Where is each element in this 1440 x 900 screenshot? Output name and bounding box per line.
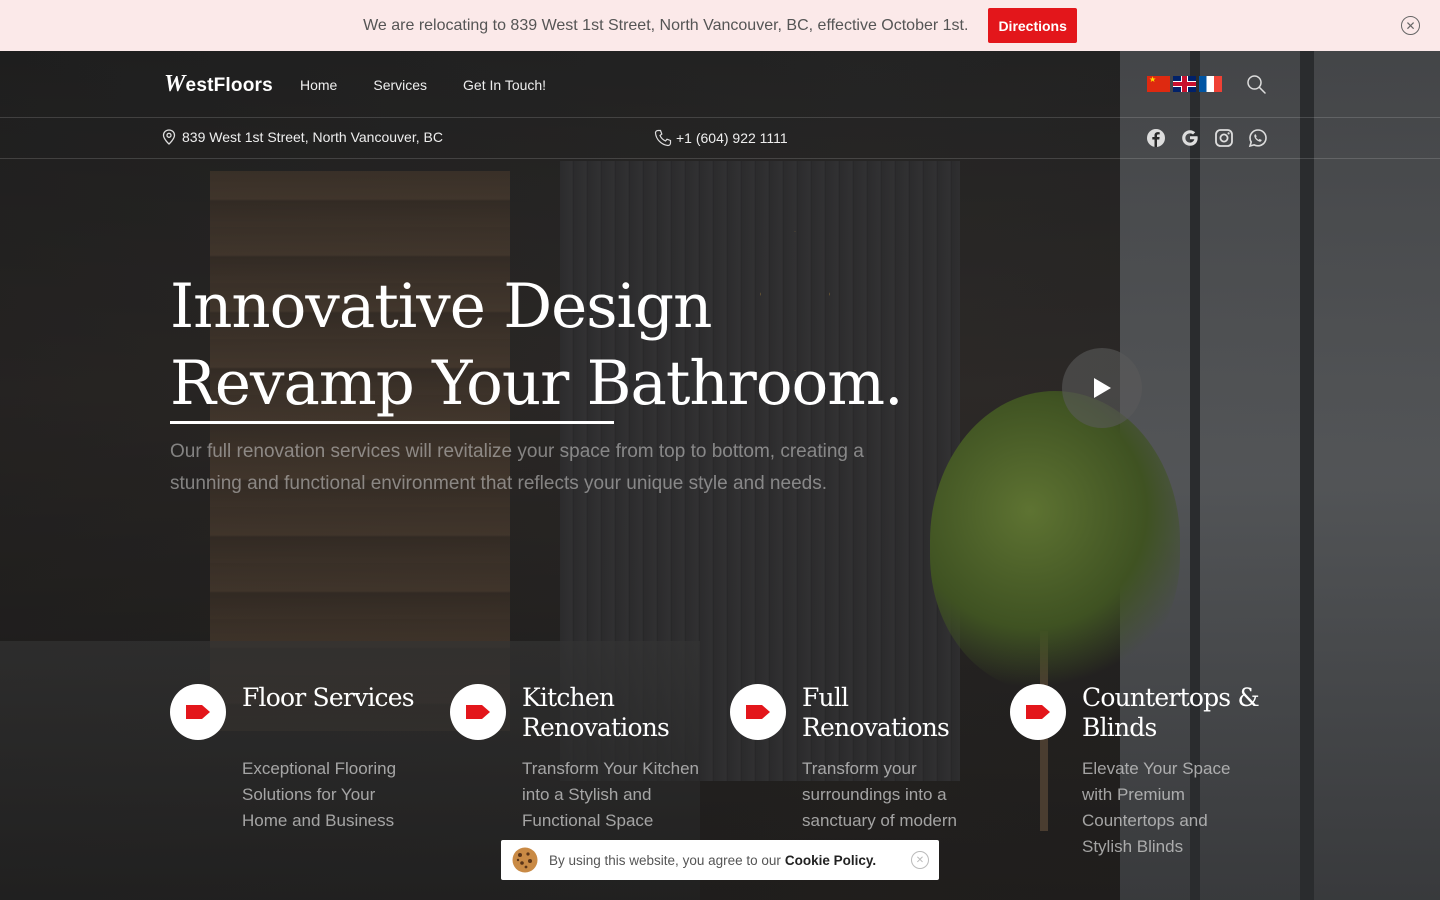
title-underline — [170, 421, 614, 424]
instagram-icon[interactable] — [1214, 128, 1234, 148]
contact-bar: 839 West 1st Street, North Vancouver, BC… — [0, 118, 1440, 159]
cookie-text: By using this website, you agree to our — [549, 852, 781, 868]
facebook-icon[interactable] — [1146, 128, 1166, 148]
language-switcher — [1147, 75, 1222, 92]
announcement-text: We are relocating to 839 West 1st Street… — [363, 16, 969, 34]
service-description: Elevate Your Space with Premium Countert… — [1082, 759, 1231, 856]
hero-title-line-2: Revamp Your Bathroom. — [170, 348, 904, 419]
social-links — [1146, 128, 1268, 148]
close-icon[interactable]: ✕ — [1401, 16, 1420, 35]
cookie-icon — [512, 847, 538, 873]
cookie-policy-link[interactable]: Cookie Policy. — [785, 853, 876, 868]
address[interactable]: 839 West 1st Street, North Vancouver, BC — [162, 129, 443, 145]
cookie-banner: By using this website, you agree to our … — [501, 840, 939, 880]
whatsapp-icon[interactable] — [1248, 128, 1268, 148]
nav-link-home[interactable]: Home — [300, 77, 337, 93]
tag-arrow-icon — [170, 684, 226, 740]
chinese-flag-icon[interactable] — [1147, 75, 1170, 92]
announcement-bar: We are relocating to 839 West 1st Street… — [0, 0, 1440, 51]
play-icon — [1094, 378, 1111, 398]
address-text: 839 West 1st Street, North Vancouver, BC — [182, 129, 443, 145]
tag-arrow-icon — [450, 684, 506, 740]
hero-title-line-1: Innovative Design — [170, 271, 712, 342]
service-description: Transform your surroundings into a sanct… — [802, 759, 957, 830]
background-tree — [930, 391, 1180, 691]
google-icon[interactable] — [1180, 128, 1200, 148]
main-nav: WestFloors Home Services Get In Touch! — [0, 51, 1440, 118]
hero-title: Innovative Design Revamp Your Bathroom. — [170, 268, 904, 422]
background-window-frame — [1300, 51, 1314, 900]
french-flag-icon[interactable] — [1199, 76, 1222, 92]
phone[interactable]: +1 (604) 922 1111 — [654, 129, 788, 147]
phone-text: +1 (604) 922 1111 — [676, 130, 788, 146]
service-title: Countertops & Blinds — [1082, 683, 1260, 742]
close-icon[interactable]: ✕ — [911, 851, 929, 869]
logo[interactable]: WestFloors — [164, 71, 273, 98]
location-pin-icon — [162, 129, 176, 145]
play-video-button[interactable] — [1062, 348, 1142, 428]
directions-button[interactable]: Directions — [988, 8, 1077, 43]
service-title: Floor Services — [242, 683, 415, 712]
service-title: Full Renovations — [802, 683, 950, 742]
nav-links: Home Services Get In Touch! — [300, 77, 546, 93]
tag-arrow-icon — [730, 684, 786, 740]
search-icon[interactable] — [1246, 74, 1266, 94]
uk-flag-icon[interactable] — [1173, 76, 1196, 92]
nav-link-get-in-touch[interactable]: Get In Touch! — [463, 77, 546, 93]
service-title: Kitchen Renovations — [522, 683, 670, 742]
service-description: Exceptional Flooring Solutions for Your … — [242, 759, 397, 830]
tag-arrow-icon — [1010, 684, 1066, 740]
nav-link-services[interactable]: Services — [373, 77, 427, 93]
phone-icon — [654, 129, 672, 147]
hero-description: Our full renovation services will revita… — [170, 441, 864, 494]
logo-text: estFloors — [185, 75, 273, 96]
logo-initial: W — [164, 71, 186, 97]
service-description: Transform Your Kitchen into a Stylish an… — [522, 759, 700, 830]
